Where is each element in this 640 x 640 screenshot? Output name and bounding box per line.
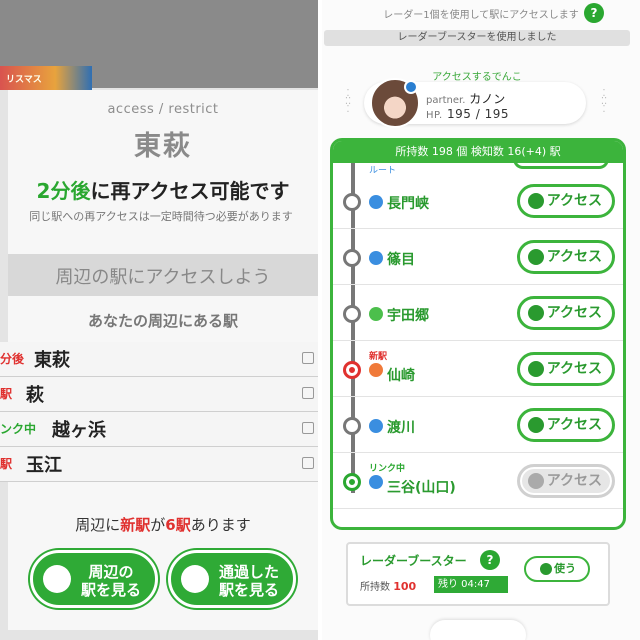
station-title: 東萩 [134,131,192,162]
attribute-icon [369,251,383,265]
station-name: 渡川 [387,420,415,436]
station-name: 篠目 [387,252,415,268]
radar-icon [528,249,544,265]
next-partner-arrow[interactable]: ⁚ ⁚⁚ ⁚ [596,89,612,116]
station-tag: リンク中 [369,464,406,474]
attribute-icon [369,475,383,489]
nearby-station-row[interactable]: 駅 玉江 [0,447,318,482]
radar-icon [528,305,544,321]
access-button[interactable]: アクセス [517,296,615,330]
station-tag: 新駅 [369,352,388,362]
nearby-station-row[interactable]: ンク中 越ヶ浜 [0,412,318,447]
station-status: 駅 [0,457,13,471]
station-status: 分後 [0,352,25,366]
map-icon [302,387,314,399]
station-icon [43,565,71,593]
map-icon [302,352,314,364]
partner-name: partner. カノン [426,92,506,106]
map-icon [302,422,314,434]
event-banner: リスマス [0,66,92,90]
station-access-panel: レーダー1個を使用して駅にアクセスします ? レーダーブースターを使用しました … [322,0,640,640]
station-name: 玉江 [26,455,62,476]
station-name: 宇田郷 [387,308,429,324]
help-button[interactable]: ? [584,3,604,23]
wait-time: 2分後 [36,179,91,203]
route-node [343,305,361,323]
prev-button-edge [513,159,609,169]
partner-hp: HP. 195 / 195 [426,107,509,121]
nearby-stations-title: あなたの周辺にある駅 [87,312,238,330]
header-subtitle: access / restrict [107,102,219,117]
station-name: 越ヶ浜 [52,420,106,441]
booster-title: レーダーブースター [360,554,467,568]
nearby-station-row[interactable]: 分後 東萩 [0,342,318,377]
station-name: 萩 [26,385,44,406]
booster-used-bar: レーダーブースターを使用しました [324,30,630,46]
booster-help-button[interactable]: ? [480,550,500,570]
new-station-count: 周辺に新駅が6駅あります [75,516,251,534]
station-row: 宇田郷 アクセス [333,285,623,341]
attribute-icon [369,419,383,433]
station-row: 新駅仙崎 アクセス [333,341,623,397]
route-node [343,473,361,491]
reaccess-note: 同じ駅への再アクセスは一定時間待つ必要があります [29,210,293,223]
nearby-access-label: 周辺の駅にアクセスしよう [55,267,271,288]
station-name: 長門峡 [387,196,429,212]
radar-icon [528,417,544,433]
attribute-icon [369,195,383,209]
rocket-icon [181,565,209,593]
radar-icon [528,361,544,377]
station-status: 駅 [0,387,13,401]
view-passed-stations-button[interactable]: 通過した 駅を見る [168,550,296,608]
booster-remaining: 残り 04:47 [434,576,508,593]
access-button[interactable]: アクセス [517,408,615,442]
access-button[interactable]: アクセス [517,184,615,218]
booster-count: 所持数 100 [360,580,417,593]
radar-icon [528,193,544,209]
notice-text: に再アクセス可能です [90,179,290,203]
radar-icon [540,563,552,575]
route-node [343,417,361,435]
view-nearby-stations-button[interactable]: 周辺の 駅を見る [30,550,158,608]
station-name: 東萩 [34,350,70,371]
station-row: リンク中三谷(山口) アクセス [333,453,623,509]
nearby-station-row[interactable]: 駅 萩 [0,377,318,412]
attribute-icon [369,307,383,321]
station-list: 所持数 198 個 検知数 16(+4) 駅 ルート 長門峡 アクセス 篠目 アクセス… [330,138,626,530]
station-status: ンク中 [0,422,37,436]
station-row: 渡川 アクセス [333,397,623,453]
access-button[interactable]: アクセス [517,352,615,386]
reaccess-notice: 2分後に再アクセス可能です [8,175,318,204]
use-booster-button[interactable]: 使う [524,556,590,582]
attribute-icon [369,363,383,377]
station-name: 三谷(山口) [387,480,456,496]
attribute-icon [404,80,418,94]
prev-partner-arrow[interactable]: ⁚ ⁚⁚ ⁚ [340,89,356,116]
route-node [343,361,361,379]
access-button[interactable]: アクセス [517,240,615,274]
radar-icon [528,473,544,489]
access-button[interactable]: アクセス [517,464,615,498]
station-row: 篠目 アクセス [333,229,623,285]
station-row: 長門峡 アクセス [333,173,623,229]
map-icon [302,457,314,469]
route-node [343,249,361,267]
access-restrict-panel: リスマス access / restrict 東萩 2分後に再アクセス可能です … [0,0,318,640]
station-name: 仙崎 [387,368,415,384]
route-node [343,193,361,211]
bottom-pill[interactable] [430,620,526,640]
